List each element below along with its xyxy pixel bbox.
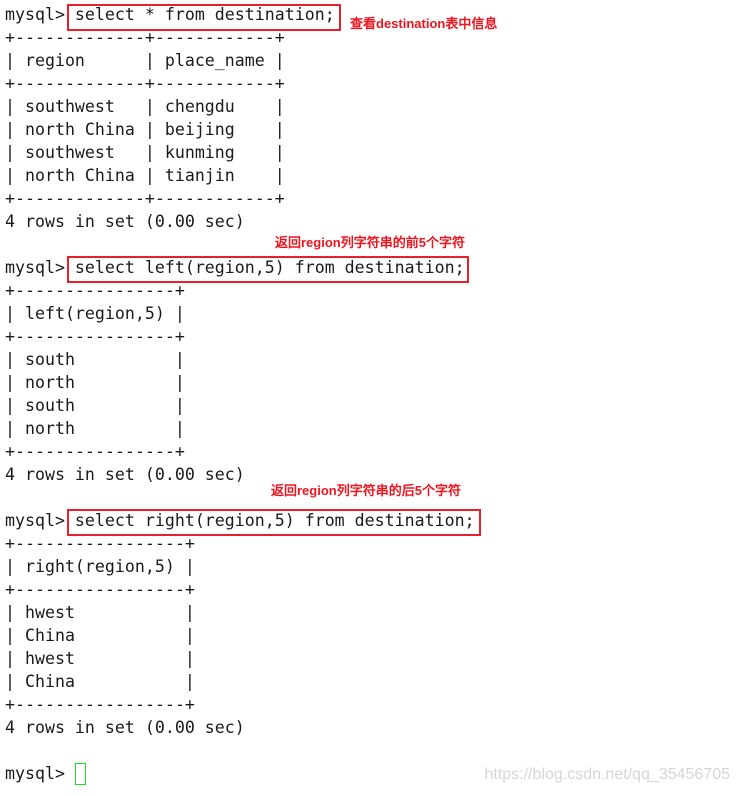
output-line: | region | place_name | [5,51,285,70]
output-line: | north | [5,373,185,392]
output-line: +-------------+------------+ [5,189,285,208]
output-line: +-------------+------------+ [5,74,285,93]
output-line: | south | [5,350,185,369]
command-highlight-3 [67,509,481,536]
output-line: | southwest | chengdu | [5,97,285,116]
command-highlight-2 [67,256,469,283]
annotation-1: 查看destination表中信息 [350,16,498,31]
output-line: | hwest | [5,603,195,622]
output-line: | China | [5,672,195,691]
output-line: | south | [5,396,185,415]
terminal-output[interactable]: mysql> select * from destination; +------… [5,3,475,785]
output-line: | southwest | kunming | [5,143,285,162]
output-line: | north | [5,419,185,438]
output-line: | China | [5,626,195,645]
output-line: +----------------+ [5,327,185,346]
output-line: 4 rows in set (0.00 sec) [5,718,245,737]
output-line: +----------------+ [5,442,185,461]
output-line: +-----------------+ [5,580,195,599]
output-line: | north China | tianjin | [5,166,285,185]
command-highlight-1 [67,4,341,31]
annotation-2: 返回region列字符串的前5个字符 [275,235,465,250]
output-line: | left(region,5) | [5,304,185,323]
output-line: | north China | beijing | [5,120,285,139]
annotation-3: 返回region列字符串的后5个字符 [271,483,461,498]
output-line: | right(region,5) | [5,557,195,576]
watermark: https://blog.csdn.net/qq_35456705 [484,766,730,783]
output-line: | hwest | [5,649,195,668]
terminal-cursor[interactable] [75,763,86,785]
output-line: +-----------------+ [5,695,195,714]
output-line: 4 rows in set (0.00 sec) [5,212,245,231]
